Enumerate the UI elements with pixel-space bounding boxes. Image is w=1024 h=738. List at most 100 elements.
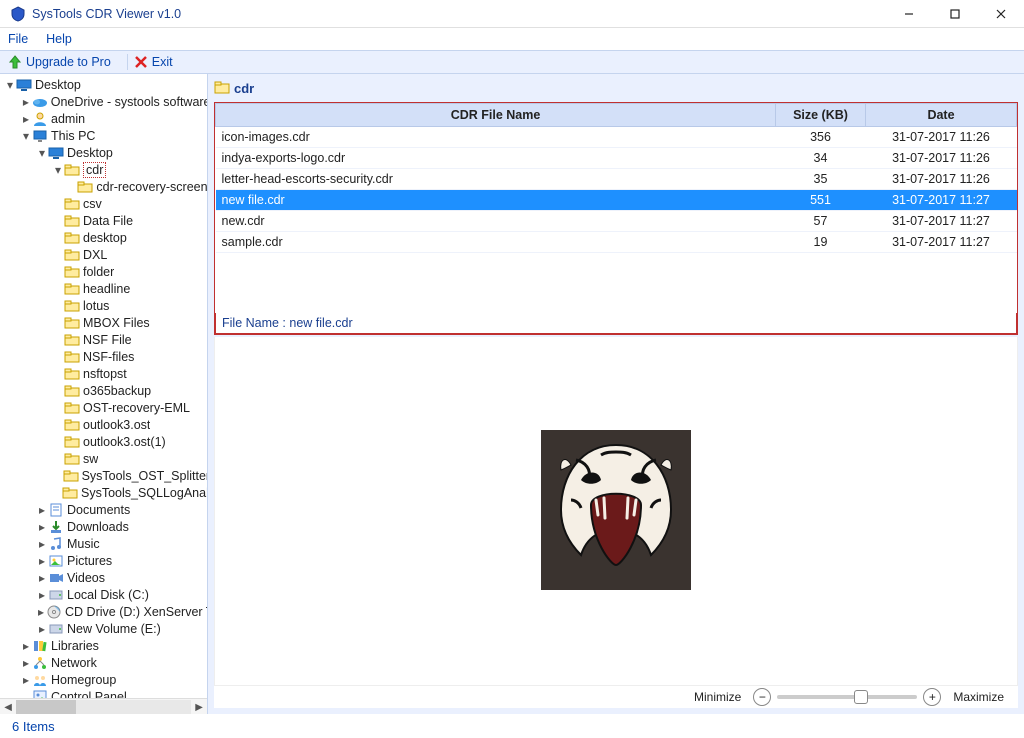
twisty-none: ▸	[68, 181, 77, 193]
tree-node-label: New Volume (E:)	[67, 622, 161, 636]
maximize-button[interactable]	[932, 0, 978, 28]
horizontal-scrollbar[interactable]: ◄ ►	[0, 698, 207, 714]
expand-icon[interactable]: ▸	[36, 589, 48, 601]
cd-icon	[46, 604, 62, 620]
menu-help[interactable]: Help	[46, 32, 72, 46]
tree-node[interactable]: ▸Homegroup	[0, 671, 207, 688]
tree-node[interactable]: ▸folder	[0, 263, 207, 280]
tree-node[interactable]: ▾cdr	[0, 161, 207, 178]
tree-node[interactable]: ▸outlook3.ost(1)	[0, 433, 207, 450]
tree-node[interactable]: ▸SysTools_SQLLogAnalyzer	[0, 484, 207, 501]
desktop-icon	[48, 145, 64, 161]
table-row[interactable]: letter-head-escorts-security.cdr3531-07-…	[216, 169, 1017, 190]
expand-icon[interactable]: ▸	[20, 674, 32, 686]
col-header-date[interactable]: Date	[866, 104, 1017, 127]
table-row[interactable]: new file.cdr55131-07-2017 11:27	[216, 190, 1017, 211]
collapse-icon[interactable]: ▾	[52, 164, 64, 176]
tree-node[interactable]: ▸lotus	[0, 297, 207, 314]
expand-icon[interactable]: ▸	[36, 521, 48, 533]
content-panel: cdr CDR File Name Size (KB) Date icon-im…	[208, 74, 1024, 714]
tree-node[interactable]: ▸ OneDrive - systools software	[0, 93, 207, 110]
tree-node[interactable]: ▸ Videos	[0, 569, 207, 586]
cell-date: 31-07-2017 11:27	[866, 211, 1017, 232]
tree-node-label: Videos	[67, 571, 105, 585]
expand-icon[interactable]: ▸	[36, 555, 48, 567]
tree-node[interactable]: ▸Network	[0, 654, 207, 671]
tree-node[interactable]: ▸NSF File	[0, 331, 207, 348]
twisty-none: ▸	[52, 487, 62, 499]
tree-node[interactable]: ▸MBOX Files	[0, 314, 207, 331]
collapse-icon[interactable]: ▾	[4, 79, 16, 91]
table-header-row: CDR File Name Size (KB) Date	[216, 104, 1017, 127]
folder-tree[interactable]: ▾Desktop ▸ OneDrive - systools software▸ad…	[0, 74, 207, 698]
tree-node[interactable]: ▸o365backup	[0, 382, 207, 399]
tree-node[interactable]: ▸outlook3.ost	[0, 416, 207, 433]
scroll-track[interactable]	[16, 700, 191, 714]
upgrade-button[interactable]: Upgrade to Pro	[8, 55, 111, 69]
exit-button[interactable]: Exit	[134, 55, 173, 69]
tree-node-label: nsftopst	[83, 367, 127, 381]
tree-node[interactable]: ▸ cdr-recovery-screenshots	[0, 178, 207, 195]
tree-node[interactable]: ▸csv	[0, 195, 207, 212]
table-row[interactable]: indya-exports-logo.cdr3431-07-2017 11:26	[216, 148, 1017, 169]
collapse-icon[interactable]: ▾	[36, 147, 48, 159]
close-button[interactable]	[978, 0, 1024, 28]
tree-node[interactable]: ▸Downloads	[0, 518, 207, 535]
tree-node[interactable]: ▾This PC	[0, 127, 207, 144]
minimize-button[interactable]	[886, 0, 932, 28]
statusbar: 6 Items	[0, 714, 1024, 738]
expand-icon[interactable]: ▸	[36, 623, 48, 635]
expand-icon[interactable]: ▸	[36, 606, 46, 618]
tree-node[interactable]: ▸ New Volume (E:)	[0, 620, 207, 637]
tree-node[interactable]: ▸admin	[0, 110, 207, 127]
expand-icon[interactable]: ▸	[36, 504, 48, 516]
tree-node[interactable]: ▸headline	[0, 280, 207, 297]
tree-node-label: cdr-recovery-screenshots	[96, 180, 207, 194]
tree-node[interactable]: ▾Desktop	[0, 144, 207, 161]
table-row[interactable]: sample.cdr1931-07-2017 11:27	[216, 232, 1017, 253]
tree-node[interactable]: ▸Documents	[0, 501, 207, 518]
tree-node[interactable]: ▸Data File	[0, 212, 207, 229]
expand-icon[interactable]: ▸	[20, 113, 32, 125]
tree-node[interactable]: ▸Libraries	[0, 637, 207, 654]
scroll-thumb[interactable]	[16, 700, 76, 714]
zoom-min-label: Minimize	[694, 690, 741, 704]
menu-file[interactable]: File	[8, 32, 28, 46]
tree-node[interactable]: ▸DXL	[0, 246, 207, 263]
tree-node[interactable]: ▸nsftopst	[0, 365, 207, 382]
folder-icon	[64, 332, 80, 348]
scroll-right-icon[interactable]: ►	[191, 700, 207, 714]
zoom-slider-thumb[interactable]	[854, 690, 868, 704]
zoom-in-button[interactable]: +	[923, 688, 941, 706]
window-title: SysTools CDR Viewer v1.0	[32, 7, 181, 21]
collapse-icon[interactable]: ▾	[20, 130, 32, 142]
tree-node[interactable]: ▸Local Disk (C:)	[0, 586, 207, 603]
col-header-name[interactable]: CDR File Name	[216, 104, 776, 127]
tree-node[interactable]: ▸OST-recovery-EML	[0, 399, 207, 416]
tree-node[interactable]: ▸desktop	[0, 229, 207, 246]
tree-node[interactable]: ▸NSF-files	[0, 348, 207, 365]
zoom-out-button[interactable]: −	[753, 688, 771, 706]
sidebar: ▾Desktop ▸ OneDrive - systools software▸ad…	[0, 74, 208, 714]
expand-icon[interactable]: ▸	[20, 96, 32, 108]
zoom-slider[interactable]	[777, 695, 917, 699]
tree-node[interactable]: ▸Control Panel	[0, 688, 207, 698]
table-row[interactable]: new.cdr5731-07-2017 11:27	[216, 211, 1017, 232]
tree-node[interactable]: ▸Pictures	[0, 552, 207, 569]
twisty-none: ▸	[52, 249, 64, 261]
table-row[interactable]: icon-images.cdr35631-07-2017 11:26	[216, 127, 1017, 148]
tree-node[interactable]: ▾Desktop	[0, 76, 207, 93]
tree-node[interactable]: ▸CD Drive (D:) XenServer Tools	[0, 603, 207, 620]
expand-icon[interactable]: ▸	[20, 657, 32, 669]
col-header-size[interactable]: Size (KB)	[776, 104, 866, 127]
expand-icon[interactable]: ▸	[36, 572, 48, 584]
expand-icon[interactable]: ▸	[36, 538, 48, 550]
folder-icon	[64, 162, 80, 178]
tree-node[interactable]: ▸SysTools_OST_Splitter_2	[0, 467, 207, 484]
tree-node-label: OneDrive - systools software	[51, 95, 207, 109]
tree-node[interactable]: ▸Music	[0, 535, 207, 552]
tree-node[interactable]: ▸sw	[0, 450, 207, 467]
expand-icon[interactable]: ▸	[20, 640, 32, 652]
upgrade-label: Upgrade to Pro	[26, 55, 111, 69]
scroll-left-icon[interactable]: ◄	[0, 700, 16, 714]
